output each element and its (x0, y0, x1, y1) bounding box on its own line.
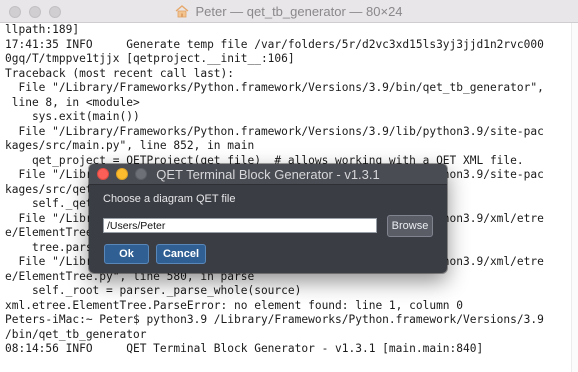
terminal-line: xml.etree.ElementTree.ParseError: no ele… (5, 298, 464, 312)
terminal-titlebar: Peter — qet_tb_generator — 80×24 (0, 0, 578, 23)
terminal-line: llpath:189] (5, 23, 80, 36)
terminal-line: File "/Library/Frameworks/Python.framewo… (5, 124, 544, 138)
terminal-line: kages/src/main.py", line 852, in main (5, 139, 255, 152)
cancel-button[interactable]: Cancel (156, 244, 206, 264)
terminal-line: /bin/qet_tb_generator (5, 327, 147, 341)
terminal-line: Traceback (most recent call last): (5, 66, 235, 80)
terminal-line: line 8, in <module> (5, 95, 140, 109)
dialog-titlebar: QET Terminal Block Generator - v1.3.1 (89, 164, 447, 185)
file-path-input[interactable] (103, 218, 377, 233)
browse-button[interactable]: Browse (387, 215, 433, 237)
ok-button[interactable]: Ok (104, 244, 149, 264)
window-title-area: Peter — qet_tb_generator — 80×24 (0, 0, 578, 23)
terminal-line: File "/Library/Frameworks/Python.framewo… (5, 81, 544, 94)
terminal-scrollbar[interactable] (571, 23, 578, 372)
window-title: Peter — qet_tb_generator — 80×24 (195, 4, 403, 19)
terminal-line: 08:14:56 INFO QET Terminal Block Generat… (5, 342, 484, 355)
home-folder-icon (176, 5, 189, 18)
terminal-line: Peters-iMac:~ Peter$ python3.9 /Library/… (5, 313, 544, 326)
terminal-line: 17:41:35 INFO Generate temp file /var/fo… (5, 37, 544, 51)
terminal-line: self._root = parser._parse_whole(source) (5, 284, 302, 297)
terminal-line: sys.exit(main()) (5, 110, 140, 123)
file-chooser-dialog: QET Terminal Block Generator - v1.3.1 Ch… (89, 164, 447, 273)
choose-file-label: Choose a diagram QET file (103, 193, 236, 205)
terminal-window: Peter — qet_tb_generator — 80×24 llpath:… (0, 0, 578, 372)
terminal-line: 0gq/T/tmppve1tjjx [qetproject.__init__:1… (5, 52, 295, 65)
dialog-title: QET Terminal Block Generator - v1.3.1 (156, 167, 380, 182)
